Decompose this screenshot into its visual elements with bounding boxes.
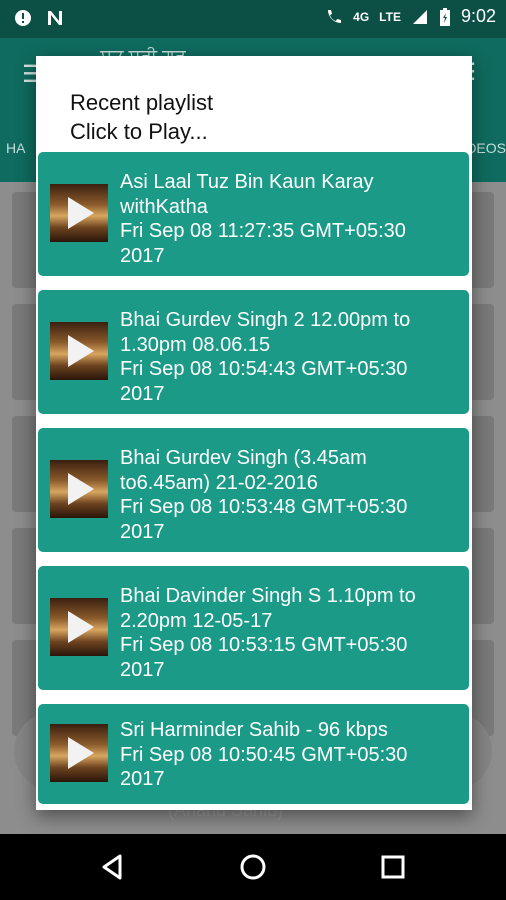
account-alert-icon: [15, 10, 31, 26]
tab-left[interactable]: HA: [6, 140, 25, 156]
play-icon: [68, 335, 94, 367]
thumbnail-image: [50, 598, 108, 656]
home-icon[interactable]: [238, 852, 268, 882]
thumbnail-image: [50, 184, 108, 242]
playlist-item-text: Asi Laal Tuz Bin Kaun Karay withKatha Fr…: [120, 170, 460, 268]
back-icon[interactable]: [98, 852, 128, 882]
item-time-line1: Fri Sep 08 10:54:43 GMT+05:30: [120, 358, 408, 380]
item-time-line1: Fri Sep 08 10:53:15 GMT+05:30: [120, 634, 408, 656]
playlist-item-text: Bhai Davinder Singh S 1.10pm to 2.20pm 1…: [120, 584, 460, 682]
recent-playlist-dialog: Recent playlist Click to Play... Asi Laa…: [36, 56, 472, 810]
dialog-title: Recent playlist Click to Play...: [70, 88, 213, 146]
dialog-title-line1: Recent playlist: [70, 90, 214, 115]
item-time-line1: Fri Sep 08 10:53:48 GMT+05:30: [120, 496, 408, 518]
navigation-bar: [0, 834, 506, 900]
playlist-item-text: Bhai Gurdev Singh 2 12.00pm to 1.30pm 08…: [120, 308, 460, 406]
thumbnail-image: [50, 322, 108, 380]
item-title-line2: 2.20pm 12-05-17: [120, 609, 273, 632]
n-app-icon: [48, 11, 62, 25]
play-icon: [68, 473, 94, 505]
play-icon: [68, 737, 94, 769]
playlist-item[interactable]: Asi Laal Tuz Bin Kaun Karay withKatha Fr…: [38, 152, 469, 276]
recents-icon[interactable]: [378, 852, 408, 882]
item-title-line2: to6.45am) 21-02-2016: [120, 471, 318, 494]
item-title-line2: 1.30pm 08.06.15: [120, 333, 271, 356]
item-time-line2: 2017: [120, 520, 165, 543]
item-title-line1: Asi Laal Tuz Bin Kaun Karay: [120, 171, 374, 193]
tab-right[interactable]: DEOS: [466, 140, 506, 156]
clock: 9:02: [460, 6, 496, 26]
item-title-line1: Bhai Gurdev Singh (3.45am: [120, 447, 367, 469]
item-title-line1: Bhai Davinder Singh S 1.10pm to: [120, 585, 416, 607]
thumbnail-image: [50, 460, 108, 518]
dialog-title-line2: Click to Play...: [70, 119, 208, 144]
item-title-line1: Sri Harminder Sahib - 96 kbps: [120, 719, 388, 741]
playlist-item[interactable]: Sri Harminder Sahib - 96 kbps Fri Sep 08…: [38, 704, 469, 804]
thumbnail-image: [50, 724, 108, 782]
item-time-line1: Fri Sep 08 11:27:35 GMT+05:30: [120, 220, 406, 242]
status-bar: 4G LTE 9:02: [0, 0, 506, 38]
item-time-line1: Fri Sep 08 10:50:45 GMT+05:30: [120, 743, 408, 766]
item-time-line2: 2017: [120, 244, 165, 267]
playlist-item-text: Bhai Gurdev Singh (3.45am to6.45am) 21-0…: [120, 446, 460, 544]
item-time-line2: 2017: [120, 658, 165, 681]
play-icon: [68, 611, 94, 643]
network-type-lte: LTE: [379, 9, 401, 24]
play-icon: [68, 197, 94, 229]
network-type-4g: 4G: [353, 9, 370, 24]
playlist-item[interactable]: Bhai Davinder Singh S 1.10pm to 2.20pm 1…: [38, 566, 469, 690]
item-time-line2: 2017: [120, 382, 165, 405]
signal-icon: [412, 9, 427, 24]
phone-call-icon: [328, 9, 342, 23]
item-title-line1: Bhai Gurdev Singh 2 12.00pm to: [120, 309, 411, 331]
playlist-item[interactable]: Bhai Gurdev Singh 2 12.00pm to 1.30pm 08…: [38, 290, 469, 414]
playlist-item-text: Sri Harminder Sahib - 96 kbps Fri Sep 08…: [120, 718, 460, 792]
item-title-line2: withKatha: [120, 195, 208, 218]
item-time-line2: 2017: [120, 768, 165, 790]
playlist-item[interactable]: Bhai Gurdev Singh (3.45am to6.45am) 21-0…: [38, 428, 469, 552]
battery-charging-icon: [439, 7, 450, 26]
